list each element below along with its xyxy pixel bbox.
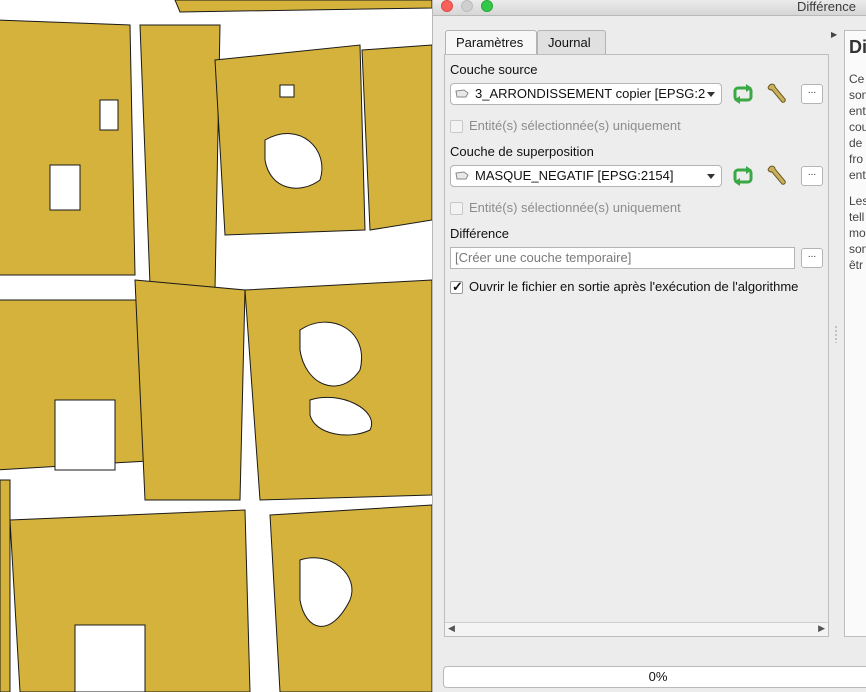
iterate-icon[interactable] <box>731 165 755 187</box>
open-output-label: Ouvrir le fichier en sortie après l'exéc… <box>469 279 799 294</box>
map-block <box>0 479 11 692</box>
progress-bar: 0% <box>443 666 866 688</box>
help-line: cou <box>849 120 866 134</box>
map-block <box>244 279 432 501</box>
window-title: Différence <box>796 0 856 14</box>
chevron-down-icon <box>707 92 715 97</box>
difference-dialog: Différence Paramètres Journal ▶ Couche s… <box>432 0 866 692</box>
progress-text: 0% <box>648 669 668 684</box>
output-options-button[interactable]: ... <box>801 248 823 268</box>
source-selected-only-label: Entité(s) sélectionnée(s) uniquement <box>469 118 681 133</box>
collapse-help-arrow-icon[interactable]: ▶ <box>831 30 837 39</box>
map-hole <box>74 624 146 692</box>
title-bar: Différence <box>433 0 866 16</box>
help-line: fro <box>849 152 864 166</box>
map-hole <box>49 164 81 211</box>
help-line: ent <box>849 168 866 182</box>
help-line: son <box>849 88 866 102</box>
wrench-icon[interactable] <box>765 82 789 104</box>
source-layer-label: Couche source <box>450 62 538 77</box>
help-line: mo <box>849 226 866 240</box>
source-options-button[interactable]: ... <box>801 84 823 104</box>
help-line: son <box>849 242 866 256</box>
overlay-layer-label: Couche de superposition <box>450 144 594 159</box>
overlay-layer-combo[interactable]: MASQUE_NEGATIF [EPSG:2154] <box>450 165 722 187</box>
overlay-selected-only-label: Entité(s) sélectionnée(s) uniquement <box>469 200 681 215</box>
help-line: de <box>849 136 863 150</box>
map-block <box>361 44 432 231</box>
overlay-selected-only-checkbox[interactable] <box>450 202 463 215</box>
close-window-button[interactable] <box>441 0 453 12</box>
tab-journal[interactable]: Journal <box>537 30 606 54</box>
splitter-handle[interactable] <box>835 325 837 343</box>
map-hole <box>99 99 119 131</box>
polygon-layer-icon <box>455 171 469 180</box>
map-hole <box>279 84 295 98</box>
source-layer-value: 3_ARRONDISSEMENT copier [EPSG:2 <box>475 86 706 101</box>
parameters-panel: Couche source 3_ARRONDISSEMENT copier [E… <box>444 54 829 637</box>
map-canvas[interactable] <box>0 0 432 692</box>
map-block <box>0 19 136 276</box>
iterate-icon[interactable] <box>731 83 755 105</box>
scroll-left-icon[interactable]: ◀ <box>448 623 455 634</box>
map-hole <box>54 399 116 471</box>
minimize-window-button[interactable] <box>461 0 473 12</box>
polygon-layer-icon <box>455 89 469 98</box>
output-label: Différence <box>450 226 510 241</box>
chevron-down-icon <box>707 174 715 179</box>
help-line: Ce <box>849 72 865 86</box>
help-panel: Di Ce son ent cou de fro ent Les tell mo… <box>844 30 866 637</box>
scroll-right-icon[interactable]: ▶ <box>818 623 825 634</box>
map-block <box>174 0 432 13</box>
help-line: Les <box>849 194 866 208</box>
overlay-layer-value: MASQUE_NEGATIF [EPSG:2154] <box>475 168 674 183</box>
overlay-options-button[interactable]: ... <box>801 166 823 186</box>
horizontal-scrollbar[interactable]: ◀ ▶ <box>445 622 828 636</box>
maximize-window-button[interactable] <box>481 0 493 12</box>
map-block <box>139 24 221 291</box>
map-block <box>134 279 246 501</box>
wrench-icon[interactable] <box>765 164 789 186</box>
help-line: ent <box>849 104 866 118</box>
help-line: êtr <box>849 258 864 272</box>
tab-parametres[interactable]: Paramètres <box>445 30 537 55</box>
source-layer-combo[interactable]: 3_ARRONDISSEMENT copier [EPSG:2 <box>450 83 722 105</box>
source-selected-only-checkbox[interactable] <box>450 120 463 133</box>
help-line: tell <box>849 210 865 224</box>
output-field[interactable]: [Créer une couche temporaire] <box>450 247 795 269</box>
help-title: Di <box>849 37 866 57</box>
open-output-checkbox[interactable] <box>450 279 463 295</box>
